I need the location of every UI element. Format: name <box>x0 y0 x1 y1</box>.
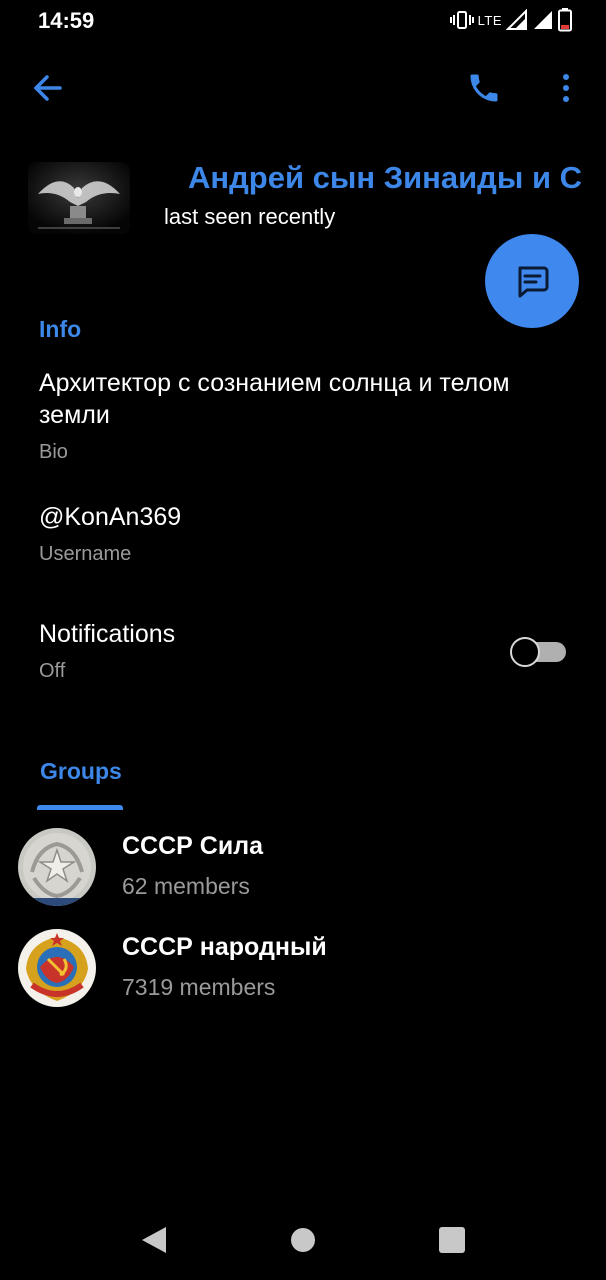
send-message-fab[interactable] <box>485 234 579 328</box>
vibrate-icon <box>449 11 474 29</box>
tab-indicator <box>37 805 123 810</box>
notifications-state: Off <box>39 660 66 682</box>
profile-last-seen: last seen recently <box>164 204 336 229</box>
back-button[interactable] <box>30 70 66 106</box>
group-name: СССР народный <box>122 933 327 961</box>
group-name: СССР Сила <box>122 832 263 860</box>
group-members-count: 7319 members <box>122 974 276 1000</box>
group-members-count: 62 members <box>122 873 250 899</box>
tab-groups-label: Groups <box>40 758 122 784</box>
soviet-emblem-relief-image <box>18 828 96 906</box>
signal-icon <box>534 11 552 29</box>
bio-label: Bio <box>39 441 68 463</box>
group-list-item[interactable]: СССР народный 7319 members <box>0 929 606 1029</box>
soviet-coat-of-arms-image <box>18 929 96 1007</box>
network-type: LTE <box>477 12 502 28</box>
profile-screen: 14:59 LTE Андрей сын Зинаиды и С last se… <box>0 0 606 1280</box>
status-bar: 14:59 LTE <box>0 0 606 44</box>
back-arrow-icon <box>34 75 62 101</box>
tab-groups[interactable]: Groups <box>37 756 123 812</box>
group-avatar <box>18 929 96 1007</box>
nav-recents-button[interactable] <box>439 1227 465 1253</box>
profile-name: Андрей сын Зинаиды и С <box>188 160 583 195</box>
notifications-toggle[interactable] <box>510 637 566 667</box>
profile-avatar[interactable] <box>28 162 130 234</box>
nav-home-button[interactable] <box>291 1228 315 1252</box>
nav-back-icon <box>142 1227 166 1253</box>
username-text[interactable]: @KonAn369 <box>39 503 181 532</box>
toggle-thumb <box>510 637 540 667</box>
nav-back-button[interactable] <box>140 1225 168 1255</box>
more-vert-icon <box>563 74 569 102</box>
more-options-button[interactable] <box>554 70 578 106</box>
status-time: 14:59 <box>38 8 95 33</box>
battery-low-icon <box>558 8 572 32</box>
signal-icon <box>506 9 527 30</box>
phone-icon <box>470 74 498 102</box>
angel-statue-image <box>28 162 130 234</box>
message-icon <box>518 266 549 298</box>
username-label: Username <box>39 543 132 565</box>
bio-text[interactable]: Архитектор с сознанием солнца и телом зе… <box>39 367 579 431</box>
group-list-item[interactable]: СССР Сила 62 members <box>0 828 606 928</box>
notifications-setting[interactable]: Notifications <box>39 620 175 649</box>
group-avatar <box>18 828 96 906</box>
call-button[interactable] <box>466 70 502 106</box>
status-icons: LTE <box>449 8 572 32</box>
info-section-title: Info <box>39 316 82 342</box>
